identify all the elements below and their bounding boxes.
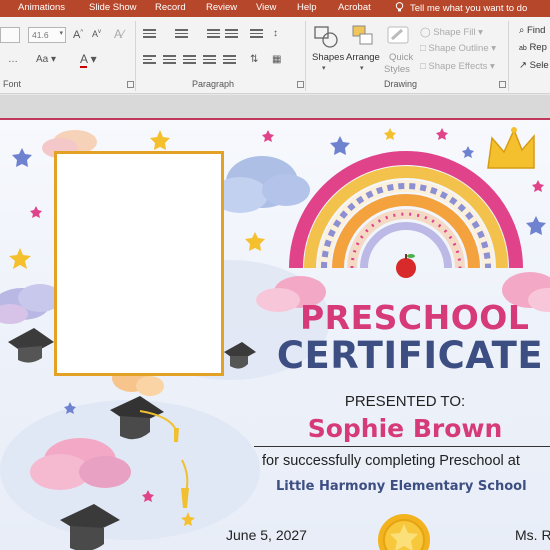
align-left-icon[interactable] bbox=[143, 55, 156, 66]
signer-name[interactable]: Ms. R bbox=[515, 527, 550, 543]
smartart-icon[interactable]: ▦ bbox=[272, 54, 281, 65]
tassel bbox=[181, 459, 189, 508]
select-label: Sele bbox=[529, 60, 549, 71]
font-size-field[interactable]: 41.6 ▾ bbox=[28, 27, 66, 43]
arrange-icon[interactable] bbox=[351, 24, 375, 48]
font-size-value: 41.6 bbox=[32, 30, 49, 40]
apple bbox=[396, 254, 416, 278]
tab-view[interactable]: View bbox=[256, 2, 276, 13]
change-case-icon[interactable]: Aa ▾ bbox=[36, 54, 56, 65]
gold-seal bbox=[378, 514, 430, 550]
chevron-down-icon: ▾ bbox=[322, 65, 326, 72]
tab-slide-show[interactable]: Slide Show bbox=[89, 2, 137, 13]
shape-fill-label: Shape Fill bbox=[433, 27, 476, 38]
graduation-cap-left bbox=[8, 328, 54, 363]
name-underline bbox=[254, 446, 550, 447]
shape-outline-label: Shape Outline bbox=[428, 43, 489, 54]
group-divider bbox=[135, 21, 136, 91]
align-center-icon[interactable] bbox=[163, 55, 176, 66]
font-group-label: Font bbox=[3, 79, 22, 89]
group-divider bbox=[508, 21, 509, 91]
grow-font-icon[interactable]: A^ bbox=[73, 29, 83, 41]
font-name-field[interactable] bbox=[0, 27, 20, 43]
tab-help[interactable]: Help bbox=[297, 2, 317, 13]
columns-icon[interactable] bbox=[223, 55, 236, 66]
certificate-slide[interactable]: PRESCHOOL CERTIFICATE PRESENTED TO: Soph… bbox=[0, 118, 550, 550]
graduation-cap-small bbox=[224, 342, 256, 369]
rainbow bbox=[289, 151, 523, 269]
group-divider bbox=[305, 21, 306, 91]
ribbon-tab-bar: Animations Slide Show Record Review View… bbox=[0, 0, 550, 17]
quick-styles-icon[interactable] bbox=[386, 24, 410, 48]
certificate-title-line1: PRESCHOOL bbox=[300, 298, 530, 337]
find-button[interactable]: ⌕ Find bbox=[519, 25, 545, 36]
select-button[interactable]: ↗ Sele bbox=[519, 60, 549, 71]
chevron-down-icon: ▾ bbox=[59, 30, 63, 37]
shape-fill-button[interactable]: ◯ Shape Fill ▾ bbox=[420, 27, 483, 38]
line-spacing-icon[interactable] bbox=[250, 29, 263, 40]
ribbon-home: 41.6 ▾ A^ Av A∕ … Aa ▾ A ▾ Font ↕ ⇅ ▦ Par… bbox=[0, 17, 550, 94]
arrange-button[interactable]: Arrange bbox=[346, 52, 380, 63]
shape-outline-button[interactable]: □ Shape Outline ▾ bbox=[420, 43, 496, 54]
graduation-cap-middle bbox=[110, 396, 179, 442]
drawing-group-label: Drawing bbox=[384, 79, 418, 89]
numbering-icon[interactable] bbox=[175, 29, 188, 40]
photo-placeholder-frame[interactable] bbox=[54, 151, 224, 376]
presented-to-label: PRESENTED TO: bbox=[344, 393, 466, 410]
tab-animations[interactable]: Animations bbox=[18, 2, 65, 13]
tab-record[interactable]: Record bbox=[155, 2, 186, 13]
bullets-icon[interactable] bbox=[143, 29, 156, 40]
shapes-icon[interactable] bbox=[313, 23, 339, 49]
replace-label: Rep bbox=[529, 42, 547, 53]
tell-me-text: Tell me what you want to do bbox=[410, 3, 528, 14]
chevron-down-icon: ▾ bbox=[360, 65, 364, 72]
align-text-icon[interactable]: ⇅ bbox=[250, 54, 258, 65]
increase-indent-icon[interactable] bbox=[225, 29, 238, 40]
lightbulb-icon bbox=[395, 2, 404, 12]
drawing-dialog-launcher-icon[interactable] bbox=[499, 81, 506, 88]
certificate-date[interactable]: June 5, 2027 bbox=[226, 527, 307, 543]
align-right-icon[interactable] bbox=[183, 55, 196, 66]
tab-review[interactable]: Review bbox=[206, 2, 237, 13]
tab-acrobat[interactable]: Acrobat bbox=[338, 2, 371, 13]
decrease-indent-icon[interactable] bbox=[207, 29, 220, 40]
text-direction-icon[interactable]: ↕ bbox=[273, 28, 278, 39]
graduation-cap-bottom bbox=[60, 504, 120, 550]
quick-styles-label-1: Quick bbox=[389, 52, 414, 63]
font-color-icon[interactable]: A ▾ bbox=[80, 52, 97, 68]
find-label: Find bbox=[526, 25, 546, 36]
cloud-pink-bottom-left bbox=[30, 438, 131, 490]
cloud-purple-left bbox=[0, 284, 62, 324]
justify-icon[interactable] bbox=[203, 55, 216, 66]
tell-me-search[interactable]: Tell me what you want to do bbox=[395, 2, 527, 14]
strikethrough-icon[interactable]: … bbox=[8, 54, 18, 65]
replace-button[interactable]: ab Rep bbox=[519, 42, 547, 53]
font-dialog-launcher-icon[interactable] bbox=[127, 81, 134, 88]
shapes-button[interactable]: Shapes bbox=[312, 52, 344, 63]
shrink-font-icon[interactable]: Av bbox=[92, 29, 101, 39]
crown bbox=[487, 127, 535, 169]
shape-effects-label: Shape Effects bbox=[428, 61, 488, 72]
paragraph-group-label: Paragraph bbox=[192, 79, 235, 89]
recipient-name[interactable]: Sophie Brown bbox=[270, 414, 540, 443]
cloud-blue-top bbox=[212, 156, 310, 213]
certificate-title-line2: CERTIFICATE bbox=[276, 334, 544, 377]
clear-formatting-icon[interactable]: A∕ bbox=[114, 27, 124, 41]
paragraph-dialog-launcher-icon[interactable] bbox=[297, 81, 304, 88]
school-name[interactable]: Little Harmony Elementary School bbox=[276, 479, 550, 494]
quick-styles-label-2: Styles bbox=[384, 64, 410, 75]
shape-effects-button[interactable]: □ Shape Effects ▾ bbox=[420, 61, 495, 72]
certificate-description[interactable]: for successfully completing Preschool at bbox=[262, 453, 550, 469]
